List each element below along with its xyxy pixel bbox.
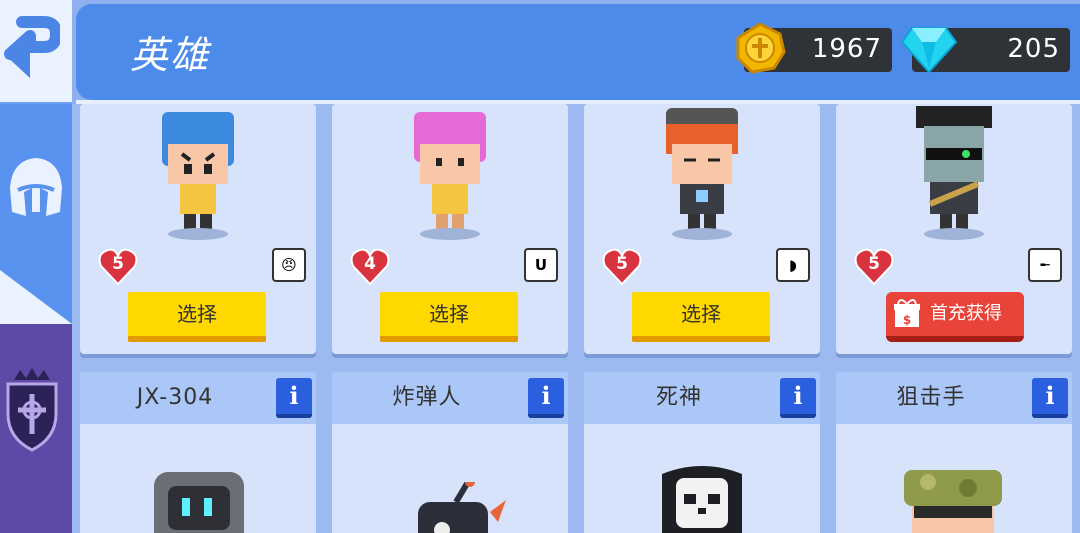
select-button[interactable]: 选择 bbox=[380, 292, 518, 342]
hero-screen: 英雄 1967 205 5 😠 选择 4 U 选择 5 ◗ 选择 5 ╾ $ 首… bbox=[0, 0, 1080, 533]
hero-card[interactable]: 5 ╾ $ 首充获得 bbox=[836, 104, 1072, 354]
diamond-icon bbox=[900, 27, 958, 74]
svg-text:$: $ bbox=[903, 313, 911, 327]
hero-name-bar: 炸弹人 i bbox=[332, 372, 568, 424]
hero-card[interactable]: 4 U 选择 bbox=[332, 104, 568, 354]
hero-portrait-reaper bbox=[662, 466, 742, 533]
level-value: 5 bbox=[868, 254, 880, 274]
coin-counter[interactable]: 1967 bbox=[736, 22, 892, 74]
back-button[interactable] bbox=[0, 0, 72, 102]
hero-portrait-robot bbox=[154, 472, 244, 533]
top-bar: 英雄 1967 205 bbox=[76, 4, 1080, 104]
hero-card[interactable]: 5 😠 选择 bbox=[80, 104, 316, 354]
locked-hero-card[interactable]: 狙击手 i bbox=[836, 372, 1072, 533]
first-recharge-label: 首充获得 bbox=[930, 303, 1002, 324]
hero-name-bar: 狙击手 i bbox=[836, 372, 1072, 424]
info-button[interactable]: i bbox=[780, 378, 816, 418]
select-button[interactable]: 选择 bbox=[128, 292, 266, 342]
hero-name: 死神 bbox=[655, 385, 702, 410]
back-arrow-icon bbox=[4, 16, 60, 78]
gold-coin-icon bbox=[736, 22, 786, 74]
hero-portrait-bomb bbox=[418, 482, 506, 533]
gem-counter[interactable]: 205 bbox=[900, 27, 1070, 74]
coin-amount: 1967 bbox=[811, 34, 882, 64]
hero-name-bar: JX-304 i bbox=[80, 372, 316, 424]
magnet-icon[interactable]: U bbox=[524, 248, 558, 282]
shield-icon[interactable]: ◗ bbox=[776, 248, 810, 282]
hero-name: 狙击手 bbox=[896, 385, 966, 410]
tab-guild[interactable] bbox=[0, 324, 72, 533]
rail-divider bbox=[0, 270, 72, 324]
first-recharge-button[interactable]: $ 首充获得 bbox=[886, 292, 1024, 342]
level-heart: 4 bbox=[350, 246, 390, 286]
level-heart: 5 bbox=[602, 246, 642, 286]
hero-portrait-pink-hair bbox=[414, 112, 486, 240]
level-heart: 5 bbox=[98, 246, 138, 286]
angry-face-icon[interactable]: 😠 bbox=[272, 248, 306, 282]
gem-amount: 205 bbox=[1007, 34, 1060, 64]
helmet-icon bbox=[10, 158, 62, 216]
crowned-shield-icon bbox=[6, 368, 58, 452]
hero-name: JX-304 bbox=[136, 385, 214, 410]
locked-hero-card[interactable]: 炸弹人 i bbox=[332, 372, 568, 533]
rifle-icon[interactable]: ╾ bbox=[1028, 248, 1062, 282]
hero-name-bar: 死神 i bbox=[584, 372, 820, 424]
info-button[interactable]: i bbox=[528, 378, 564, 418]
locked-hero-card[interactable]: 死神 i bbox=[584, 372, 820, 533]
info-button[interactable]: i bbox=[276, 378, 312, 418]
gift-icon: $ bbox=[894, 299, 920, 327]
hero-portrait-sniper bbox=[904, 470, 1002, 533]
select-button[interactable]: 选择 bbox=[632, 292, 770, 342]
level-value: 5 bbox=[616, 254, 628, 274]
hero-name: 炸弹人 bbox=[392, 385, 462, 410]
hero-portrait-soldier bbox=[916, 106, 992, 240]
level-value: 5 bbox=[112, 254, 124, 274]
level-value: 4 bbox=[364, 254, 376, 274]
hero-portrait-blue-helmet bbox=[162, 112, 234, 240]
hero-card[interactable]: 5 ◗ 选择 bbox=[584, 104, 820, 354]
hero-portrait-knight bbox=[666, 108, 738, 240]
level-heart: 5 bbox=[854, 246, 894, 286]
hero-grid: 5 😠 选择 4 U 选择 5 ◗ 选择 5 ╾ $ 首充获得 JX-304 i… bbox=[72, 104, 1080, 533]
locked-hero-card[interactable]: JX-304 i bbox=[80, 372, 316, 533]
page-title: 英雄 bbox=[130, 33, 211, 77]
info-button[interactable]: i bbox=[1032, 378, 1068, 418]
